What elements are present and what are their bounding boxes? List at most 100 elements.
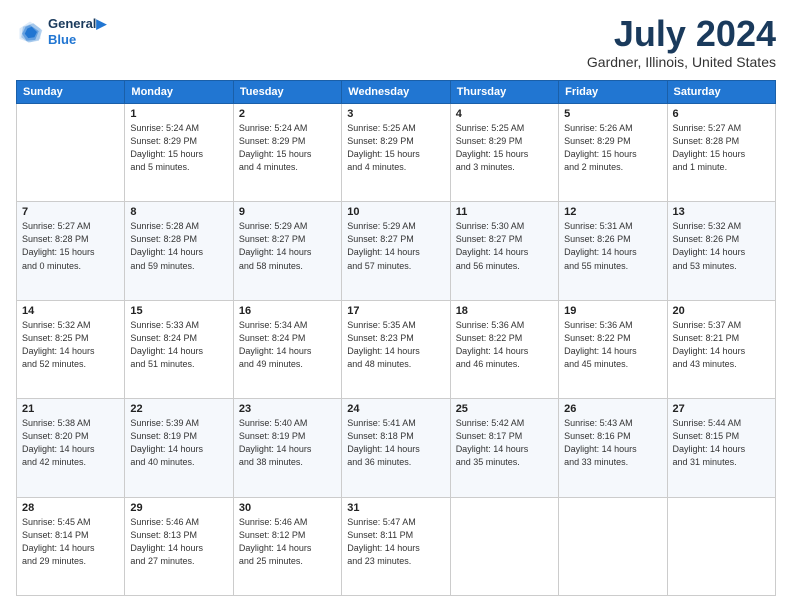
day-info: Sunrise: 5:29 AMSunset: 8:27 PMDaylight:… [239,220,336,272]
table-row: 23Sunrise: 5:40 AMSunset: 8:19 PMDayligh… [233,399,341,497]
table-row: 18Sunrise: 5:36 AMSunset: 8:22 PMDayligh… [450,300,558,398]
calendar-week-row: 1 Sunrise: 5:24 AMSunset: 8:29 PMDaylight… [17,104,776,202]
table-row: 22 Sunrise: 5:39 AMSunset: 8:19 PMDayligh… [125,399,233,497]
day-number: 29 [130,502,227,514]
table-row [559,497,667,595]
page: General▶ Blue July 2024 Gardner, Illinoi… [0,0,792,612]
table-row: 5 Sunrise: 5:26 AMSunset: 8:29 PMDaylight… [559,104,667,202]
col-friday: Friday [559,81,667,104]
day-number: 13 [673,206,770,218]
day-info: Sunrise: 5:28 AMSunset: 8:28 PMDaylight:… [130,220,227,272]
col-monday: Monday [125,81,233,104]
day-info: Sunrise: 5:33 AMSunset: 8:24 PMDaylight:… [130,319,227,371]
day-info: Sunrise: 5:36 AMSunset: 8:22 PMDaylight:… [456,319,553,371]
table-row [450,497,558,595]
location: Gardner, Illinois, United States [587,54,776,70]
day-number: 20 [673,305,770,317]
day-info: Sunrise: 5:29 AMSunset: 8:27 PMDaylight:… [347,220,444,272]
day-info: Sunrise: 5:41 AMSunset: 8:18 PMDaylight:… [347,417,444,469]
day-number: 23 [239,403,336,415]
day-number: 11 [456,206,553,218]
col-tuesday: Tuesday [233,81,341,104]
day-info: Sunrise: 5:24 AMSunset: 8:29 PMDaylight:… [239,122,336,174]
day-info: Sunrise: 5:45 AMSunset: 8:14 PMDaylight:… [22,516,119,568]
logo-icon [16,18,44,46]
day-number: 12 [564,206,661,218]
calendar-table: Sunday Monday Tuesday Wednesday Thursday… [16,80,776,596]
month-title: July 2024 [587,16,776,52]
table-row [667,497,775,595]
table-row: 11 Sunrise: 5:30 AMSunset: 8:27 PMDayligh… [450,202,558,300]
table-row: 17 Sunrise: 5:35 AMSunset: 8:23 PMDayligh… [342,300,450,398]
day-number: 16 [239,305,336,317]
table-row: 9 Sunrise: 5:29 AMSunset: 8:27 PMDaylight… [233,202,341,300]
day-info: Sunrise: 5:30 AMSunset: 8:27 PMDaylight:… [456,220,553,272]
table-row: 3 Sunrise: 5:25 AMSunset: 8:29 PMDaylight… [342,104,450,202]
day-number: 6 [673,108,770,120]
day-info: Sunrise: 5:24 AMSunset: 8:29 PMDaylight:… [130,122,227,174]
table-row [17,104,125,202]
day-number: 30 [239,502,336,514]
calendar-week-row: 14Sunrise: 5:32 AMSunset: 8:25 PMDayligh… [17,300,776,398]
day-info: Sunrise: 5:27 AMSunset: 8:28 PMDaylight:… [673,122,770,174]
table-row: 6 Sunrise: 5:27 AMSunset: 8:28 PMDaylight… [667,104,775,202]
table-row: 12 Sunrise: 5:31 AMSunset: 8:26 PMDayligh… [559,202,667,300]
table-row: 20 Sunrise: 5:37 AMSunset: 8:21 PMDayligh… [667,300,775,398]
day-info: Sunrise: 5:32 AMSunset: 8:26 PMDaylight:… [673,220,770,272]
calendar-header-row: Sunday Monday Tuesday Wednesday Thursday… [17,81,776,104]
day-number: 8 [130,206,227,218]
day-info: Sunrise: 5:46 AMSunset: 8:13 PMDaylight:… [130,516,227,568]
day-number: 7 [22,206,119,218]
day-number: 3 [347,108,444,120]
day-number: 22 [130,403,227,415]
day-info: Sunrise: 5:37 AMSunset: 8:21 PMDaylight:… [673,319,770,371]
day-number: 2 [239,108,336,120]
table-row: 28Sunrise: 5:45 AMSunset: 8:14 PMDayligh… [17,497,125,595]
day-number: 19 [564,305,661,317]
day-info: Sunrise: 5:47 AMSunset: 8:11 PMDaylight:… [347,516,444,568]
table-row: 4Sunrise: 5:25 AMSunset: 8:29 PMDaylight… [450,104,558,202]
day-info: Sunrise: 5:39 AMSunset: 8:19 PMDaylight:… [130,417,227,469]
table-row: 13 Sunrise: 5:32 AMSunset: 8:26 PMDayligh… [667,202,775,300]
table-row: 21 Sunrise: 5:38 AMSunset: 8:20 PMDayligh… [17,399,125,497]
day-info: Sunrise: 5:32 AMSunset: 8:25 PMDaylight:… [22,319,119,371]
table-row: 14Sunrise: 5:32 AMSunset: 8:25 PMDayligh… [17,300,125,398]
col-sunday: Sunday [17,81,125,104]
day-info: Sunrise: 5:38 AMSunset: 8:20 PMDaylight:… [22,417,119,469]
day-info: Sunrise: 5:27 AMSunset: 8:28 PMDaylight:… [22,220,119,272]
table-row: 16 Sunrise: 5:34 AMSunset: 8:24 PMDayligh… [233,300,341,398]
col-thursday: Thursday [450,81,558,104]
day-number: 1 [130,108,227,120]
logo: General▶ Blue [16,16,106,47]
calendar-week-row: 21 Sunrise: 5:38 AMSunset: 8:20 PMDayligh… [17,399,776,497]
day-number: 31 [347,502,444,514]
day-info: Sunrise: 5:26 AMSunset: 8:29 PMDaylight:… [564,122,661,174]
day-info: Sunrise: 5:35 AMSunset: 8:23 PMDaylight:… [347,319,444,371]
col-wednesday: Wednesday [342,81,450,104]
col-saturday: Saturday [667,81,775,104]
day-number: 21 [22,403,119,415]
day-info: Sunrise: 5:31 AMSunset: 8:26 PMDaylight:… [564,220,661,272]
day-info: Sunrise: 5:34 AMSunset: 8:24 PMDaylight:… [239,319,336,371]
day-number: 24 [347,403,444,415]
header: General▶ Blue July 2024 Gardner, Illinoi… [16,16,776,70]
table-row: 26Sunrise: 5:43 AMSunset: 8:16 PMDayligh… [559,399,667,497]
day-number: 9 [239,206,336,218]
day-number: 5 [564,108,661,120]
table-row: 30 Sunrise: 5:46 AMSunset: 8:12 PMDayligh… [233,497,341,595]
day-number: 10 [347,206,444,218]
day-info: Sunrise: 5:44 AMSunset: 8:15 PMDaylight:… [673,417,770,469]
title-block: July 2024 Gardner, Illinois, United Stat… [587,16,776,70]
day-info: Sunrise: 5:36 AMSunset: 8:22 PMDaylight:… [564,319,661,371]
day-number: 25 [456,403,553,415]
table-row: 8 Sunrise: 5:28 AMSunset: 8:28 PMDaylight… [125,202,233,300]
day-number: 17 [347,305,444,317]
day-info: Sunrise: 5:46 AMSunset: 8:12 PMDaylight:… [239,516,336,568]
day-number: 26 [564,403,661,415]
table-row: 19 Sunrise: 5:36 AMSunset: 8:22 PMDayligh… [559,300,667,398]
table-row: 27Sunrise: 5:44 AMSunset: 8:15 PMDayligh… [667,399,775,497]
day-number: 4 [456,108,553,120]
day-info: Sunrise: 5:25 AMSunset: 8:29 PMDaylight:… [347,122,444,174]
table-row: 15Sunrise: 5:33 AMSunset: 8:24 PMDayligh… [125,300,233,398]
table-row: 2 Sunrise: 5:24 AMSunset: 8:29 PMDaylight… [233,104,341,202]
